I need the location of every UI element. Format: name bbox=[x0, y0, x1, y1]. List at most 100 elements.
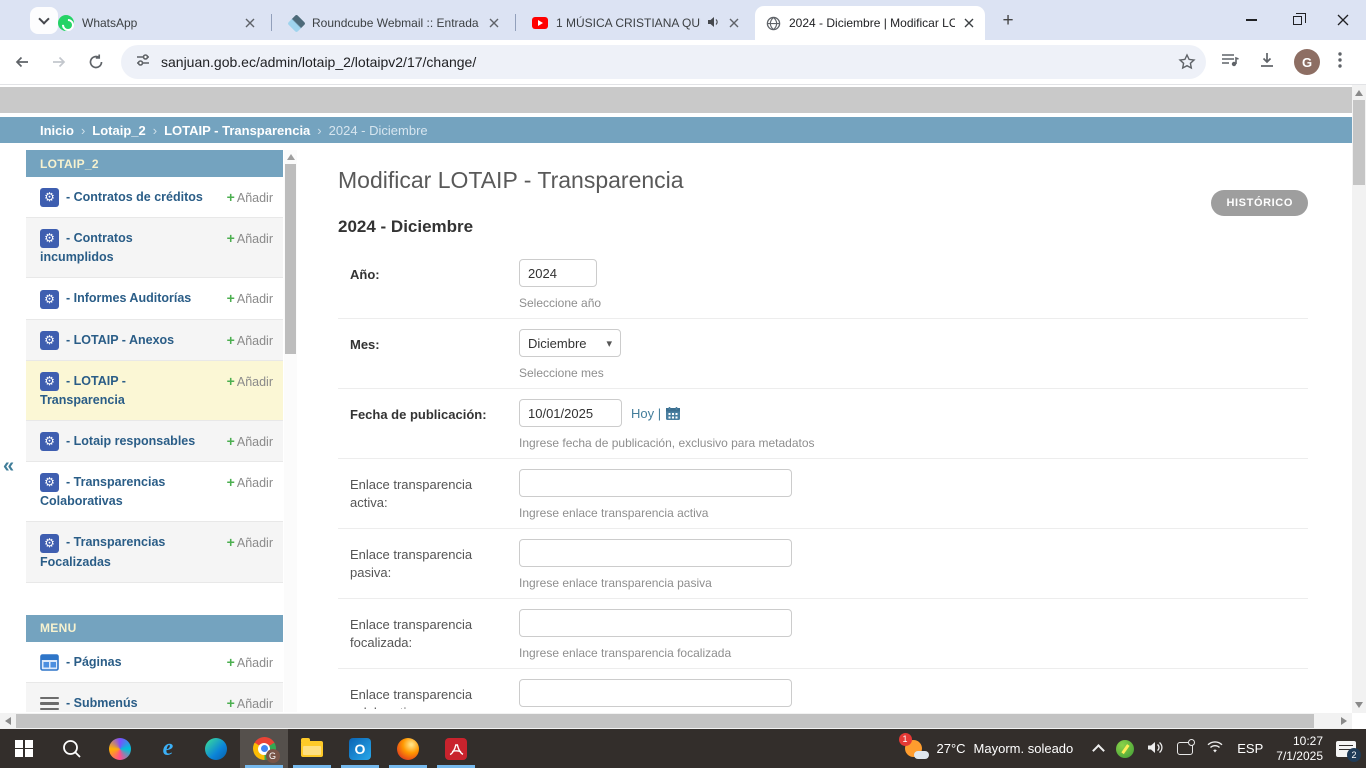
downloads-icon[interactable] bbox=[1258, 51, 1276, 74]
add-link[interactable]: +Añadir bbox=[227, 331, 273, 351]
tab-close-icon[interactable] bbox=[961, 15, 977, 31]
tray-device-icon[interactable] bbox=[1177, 742, 1193, 755]
enlace-activa-input[interactable] bbox=[519, 469, 792, 497]
tab-audio-icon[interactable] bbox=[707, 16, 720, 31]
profile-avatar[interactable]: G bbox=[1294, 49, 1320, 75]
firefox-button[interactable] bbox=[384, 729, 432, 768]
scroll-down-arrow[interactable] bbox=[1355, 702, 1363, 708]
file-explorer-button[interactable] bbox=[288, 729, 336, 768]
tab-whatsapp[interactable]: WhatsApp bbox=[48, 6, 266, 40]
tab-active-admin[interactable]: 2024 - Diciembre | Modificar LO bbox=[755, 6, 985, 40]
sidebar-item-contratos-incumplidos[interactable]: ⚙- Contratos incumplidos +Añadir bbox=[26, 218, 283, 278]
historico-button[interactable]: HISTÓRICO bbox=[1211, 190, 1308, 216]
url-text[interactable]: sanjuan.gob.ec/admin/lotaip_2/lotaipv2/1… bbox=[161, 54, 476, 70]
new-tab-button[interactable]: + bbox=[995, 8, 1021, 34]
scroll-up-arrow[interactable] bbox=[1355, 90, 1363, 96]
sidebar-item-label[interactable]: - LOTAIP - Anexos bbox=[66, 333, 174, 347]
outlook-button[interactable]: O bbox=[336, 729, 384, 768]
add-link[interactable]: +Añadir bbox=[227, 229, 273, 249]
mes-select[interactable]: Diciembre ▾ bbox=[519, 329, 621, 357]
start-button[interactable] bbox=[0, 729, 48, 768]
back-button[interactable] bbox=[7, 47, 37, 77]
sidebar-item-transparencias-colaborativas[interactable]: ⚙- Transparencias Colaborativas +Añadir bbox=[26, 462, 283, 522]
scrollbar-thumb[interactable] bbox=[16, 714, 1314, 728]
scroll-left-arrow[interactable] bbox=[5, 717, 11, 725]
taskbar-search-button[interactable] bbox=[48, 729, 96, 768]
internet-explorer-icon: e bbox=[163, 735, 174, 762]
whatsapp-icon bbox=[58, 15, 74, 31]
reload-button[interactable] bbox=[81, 47, 111, 77]
sidebar-item-transparencias-focalizadas[interactable]: ⚙- Transparencias Focalizadas +Añadir bbox=[26, 522, 283, 582]
enlace-pasiva-input[interactable] bbox=[519, 539, 792, 567]
internet-explorer-button[interactable]: e bbox=[144, 729, 192, 768]
sidebar-item-submenus[interactable]: - Submenús +Añadir bbox=[26, 683, 283, 712]
weather-widget[interactable]: 1 27°C Mayorm. soleado bbox=[903, 738, 1074, 760]
acrobat-button[interactable] bbox=[432, 729, 480, 768]
calendar-icon[interactable] bbox=[665, 406, 681, 426]
action-center-icon[interactable]: 2 bbox=[1336, 741, 1356, 757]
fecha-input[interactable] bbox=[519, 399, 622, 427]
sidebar-item-contratos-creditos[interactable]: ⚙- Contratos de créditos +Añadir bbox=[26, 177, 283, 218]
sidebar-item-paginas[interactable]: - Páginas +Añadir bbox=[26, 642, 283, 683]
edge-button[interactable] bbox=[192, 729, 240, 768]
horizontal-scrollbar[interactable] bbox=[0, 713, 1352, 729]
tab-close-icon[interactable] bbox=[486, 15, 502, 31]
copilot-button[interactable] bbox=[96, 729, 144, 768]
forward-button[interactable] bbox=[44, 47, 74, 77]
add-link[interactable]: +Añadir bbox=[227, 289, 273, 309]
sidebar-gap bbox=[26, 583, 283, 615]
window-controls bbox=[1228, 0, 1366, 40]
hoy-link[interactable]: Hoy | bbox=[631, 406, 661, 421]
sidebar-item-lotaip-transparencia[interactable]: ⚙- LOTAIP - Transparencia +Añadir bbox=[26, 361, 283, 421]
add-link[interactable]: +Añadir bbox=[227, 372, 273, 392]
sidebar-item-label[interactable]: - Submenús bbox=[66, 696, 138, 710]
minimize-button[interactable] bbox=[1228, 0, 1274, 40]
enlace-colaborativa-input[interactable] bbox=[519, 679, 792, 707]
sidebar-item-lotaip-anexos[interactable]: ⚙- LOTAIP - Anexos +Añadir bbox=[26, 320, 283, 361]
sidebar-collapse-toggle[interactable]: « bbox=[3, 455, 14, 478]
scrollbar-thumb[interactable] bbox=[1353, 100, 1365, 185]
sidebar-item-label[interactable]: - Lotaip responsables bbox=[66, 434, 195, 448]
form-row-enlace-pasiva: Enlace transparencia pasiva: Ingrese enl… bbox=[338, 529, 1308, 599]
wifi-icon[interactable] bbox=[1206, 740, 1224, 757]
site-settings-icon[interactable] bbox=[135, 52, 151, 73]
menu-dots-icon[interactable] bbox=[1338, 52, 1342, 73]
tab-close-icon[interactable] bbox=[726, 15, 742, 31]
tab-roundcube[interactable]: Roundcube Webmail :: Entrada bbox=[278, 6, 510, 40]
volume-icon[interactable] bbox=[1147, 740, 1164, 758]
breadcrumb-link-transparencia[interactable]: LOTAIP - Transparencia bbox=[164, 123, 310, 138]
close-button[interactable] bbox=[1320, 0, 1366, 40]
add-link[interactable]: +Añadir bbox=[227, 473, 273, 493]
add-link[interactable]: +Añadir bbox=[227, 694, 273, 712]
breadcrumb-link-inicio[interactable]: Inicio bbox=[40, 123, 74, 138]
sidebar-item-label[interactable]: - Informes Auditorías bbox=[66, 291, 191, 305]
add-link[interactable]: +Añadir bbox=[227, 533, 273, 553]
add-link[interactable]: +Añadir bbox=[227, 653, 273, 673]
antivirus-tray-icon[interactable] bbox=[1116, 740, 1134, 758]
address-bar[interactable]: sanjuan.gob.ec/admin/lotaip_2/lotaipv2/1… bbox=[121, 45, 1206, 79]
sidebar-scrollbar[interactable] bbox=[284, 150, 297, 712]
chrome-button[interactable]: G bbox=[240, 729, 288, 768]
add-link[interactable]: +Añadir bbox=[227, 432, 273, 452]
media-controls-icon[interactable] bbox=[1220, 51, 1240, 74]
bookmark-star-icon[interactable] bbox=[1178, 53, 1196, 76]
tray-expand-icon[interactable] bbox=[1092, 744, 1105, 757]
language-indicator[interactable]: ESP bbox=[1237, 741, 1263, 756]
tab-close-icon[interactable] bbox=[242, 15, 258, 31]
tab-youtube[interactable]: 1 MÚSICA CRISTIANA QUE bbox=[522, 6, 750, 40]
ano-input[interactable] bbox=[519, 259, 597, 287]
sidebar-item-label[interactable]: - Páginas bbox=[66, 655, 122, 669]
taskbar-clock[interactable]: 10:27 7/1/2025 bbox=[1276, 734, 1323, 764]
breadcrumb-link-lotaip2[interactable]: Lotaip_2 bbox=[92, 123, 145, 138]
sidebar-item-informes-auditorias[interactable]: ⚙- Informes Auditorías +Añadir bbox=[26, 278, 283, 319]
scroll-up-arrow[interactable] bbox=[287, 154, 295, 160]
enlace-focalizada-input[interactable] bbox=[519, 609, 792, 637]
sidebar-item-lotaip-responsables[interactable]: ⚙- Lotaip responsables +Añadir bbox=[26, 421, 283, 462]
restore-button[interactable] bbox=[1274, 0, 1320, 40]
add-link[interactable]: +Añadir bbox=[227, 188, 273, 208]
vertical-scrollbar[interactable] bbox=[1352, 85, 1366, 713]
field-help: Ingrese enlace transparencia focalizada bbox=[519, 646, 1308, 660]
scroll-right-arrow[interactable] bbox=[1341, 717, 1347, 725]
sidebar-item-label[interactable]: - Contratos de créditos bbox=[66, 190, 203, 204]
scrollbar-thumb[interactable] bbox=[285, 164, 296, 354]
